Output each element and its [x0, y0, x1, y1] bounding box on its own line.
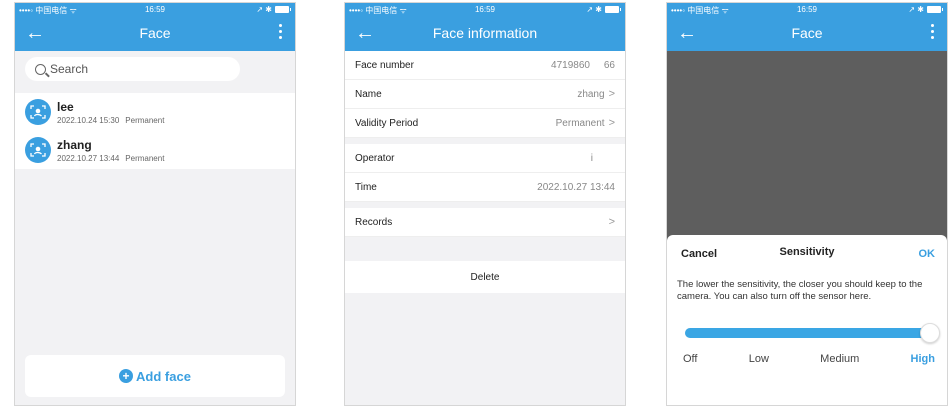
time-value: 2022.10.27 13:44 — [537, 181, 615, 193]
nav-bar: ← Face information — [345, 17, 625, 51]
search-input[interactable]: Search — [25, 57, 240, 81]
page-title: Face information — [432, 25, 538, 41]
name-row[interactable]: Name zhang > — [345, 80, 625, 109]
face-date: 2022.10.24 15:30 — [57, 115, 120, 125]
list-item[interactable]: lee 2022.10.24 15:30 Permanent — [15, 93, 295, 131]
row-label: Face number — [355, 59, 414, 71]
more-dots-icon[interactable] — [931, 24, 935, 42]
nav-bar: ← Face — [15, 17, 295, 51]
chevron-right-icon: > — [608, 117, 615, 129]
face-name: zhang — [57, 137, 92, 152]
face-list: lee 2022.10.24 15:30 Permanent zhang 2022… — [15, 93, 295, 169]
row-label: Validity Period — [355, 117, 419, 129]
delete-button[interactable]: Delete — [345, 261, 625, 293]
row-label: Operator — [355, 152, 395, 164]
face-validity: Permanent — [125, 153, 165, 163]
sensitivity-levels: Off Low Medium High — [667, 343, 947, 365]
clock-label: 16:59 — [474, 5, 496, 14]
sensitivity-slider[interactable] — [685, 323, 940, 343]
search-placeholder: Search — [50, 62, 89, 76]
level-off[interactable]: Off — [683, 353, 697, 365]
row-label: Records — [355, 216, 393, 228]
clock-label: 16:59 — [796, 5, 818, 14]
status-icons: ↗ ✱ — [908, 5, 924, 14]
sensitivity-screen: ••••◦ 中国电信 ᯤ 16:59 ↗ ✱ ← Face Cancel Sen… — [666, 2, 948, 406]
operator-row: Operator i — [345, 144, 625, 173]
face-list-screen: ••••◦ 中国电信 ᯤ 16:59 ↗ ✱ ← Face Search lee… — [14, 2, 296, 406]
status-icons: ↗ ✱ — [586, 5, 602, 14]
list-item[interactable]: zhang 2022.10.27 13:44 Permanent — [15, 131, 295, 169]
battery-icon — [605, 6, 621, 13]
nav-bar: ← Face — [667, 17, 947, 51]
records-row[interactable]: Records > — [345, 208, 625, 237]
sensitivity-description: The lower the sensitivity, the closer yo… — [677, 279, 923, 302]
face-validity: Permanent — [125, 115, 165, 125]
status-bar: ••••◦ 中国电信 ᯤ 16:59 ↗ ✱ — [667, 3, 947, 17]
plus-icon: + — [119, 369, 134, 383]
add-face-button[interactable]: + Add face — [25, 355, 285, 397]
status-bar: ••••◦ 中国电信 ᯤ 16:59 ↗ ✱ — [15, 3, 295, 17]
page-title: Face — [791, 25, 823, 41]
page-title: Face — [139, 25, 171, 41]
status-icons: ↗ ✱ — [256, 5, 272, 14]
row-label: Name — [355, 88, 382, 100]
chevron-right-icon: > — [608, 216, 615, 228]
search-icon — [35, 63, 46, 75]
status-bar: ••••◦ 中国电信 ᯤ 16:59 ↗ ✱ — [345, 3, 625, 17]
level-high[interactable]: High — [911, 353, 935, 365]
face-number-value: 4719860 66 — [551, 59, 615, 71]
row-label: Time — [355, 181, 377, 193]
face-number-row: Face number 4719860 66 — [345, 51, 625, 80]
ok-button[interactable]: OK — [919, 248, 936, 260]
battery-icon — [275, 6, 291, 13]
face-avatar-icon — [25, 99, 51, 125]
face-date: 2022.10.27 13:44 — [57, 153, 120, 163]
clock-label: 16:59 — [144, 5, 166, 14]
add-face-label: Add face — [136, 368, 191, 384]
validity-row[interactable]: Validity Period Permanent > — [345, 109, 625, 138]
battery-icon — [927, 6, 943, 13]
level-low[interactable]: Low — [749, 353, 769, 365]
face-name: lee — [57, 99, 74, 114]
camera-preview — [667, 51, 947, 241]
face-avatar-icon — [25, 137, 51, 163]
more-dots-icon[interactable] — [279, 24, 283, 42]
sheet-title: Sensitivity — [779, 246, 835, 258]
level-medium[interactable]: Medium — [820, 353, 859, 365]
validity-value: Permanent — [555, 118, 605, 129]
sensitivity-sheet: Cancel Sensitivity OK The lower the sens… — [667, 235, 947, 405]
chevron-right-icon: > — [608, 88, 615, 100]
operator-value: i — [590, 152, 593, 164]
slider-fill — [685, 328, 929, 338]
slider-thumb[interactable] — [920, 323, 940, 343]
name-value: zhang — [577, 89, 605, 100]
time-row: Time 2022.10.27 13:44 — [345, 173, 625, 202]
face-info-screen: ••••◦ 中国电信 ᯤ 16:59 ↗ ✱ ← Face informatio… — [344, 2, 626, 406]
